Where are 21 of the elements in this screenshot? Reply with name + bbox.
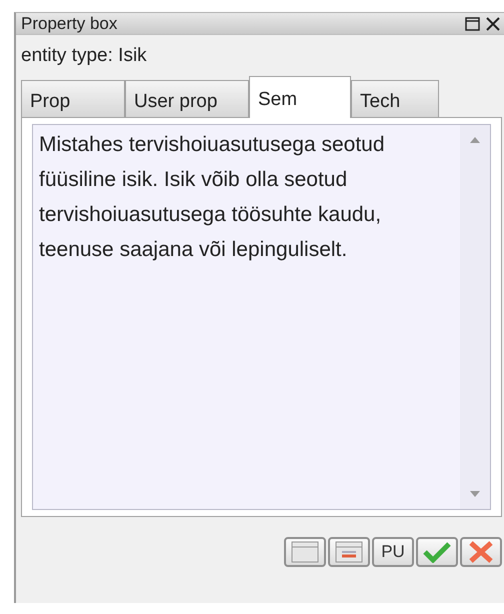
form-button[interactable] <box>284 537 326 567</box>
ok-button[interactable] <box>416 537 458 567</box>
scroll-up-icon[interactable] <box>470 137 480 143</box>
cancel-button[interactable] <box>460 537 502 567</box>
checkmark-icon <box>423 541 451 563</box>
tab[interactable]: Tech <box>351 80 439 117</box>
close-icon[interactable] <box>486 16 500 30</box>
close-icon <box>468 540 494 564</box>
text-button[interactable]: PU <box>372 537 414 567</box>
tab[interactable]: User prop <box>125 80 249 117</box>
tab[interactable]: Prop <box>21 80 125 117</box>
form-remove-icon <box>335 541 363 563</box>
scroll-down-icon[interactable] <box>470 491 480 497</box>
form-icon <box>291 541 319 563</box>
description-field[interactable]: Mistahes tervishoiuasutusega seotud füüsiline isik. Isik võib olla seotud tervishoiuasutusega töösuhte kaudu, teenuse saajana või lepinguliselt. <box>32 124 491 510</box>
entity-type-label: entity type: Isik <box>20 44 148 68</box>
scrollbar[interactable] <box>460 125 490 509</box>
restore-icon[interactable] <box>465 16 480 30</box>
form-remove-button[interactable] <box>328 537 370 567</box>
tab[interactable]: Sem <box>249 76 351 118</box>
window-title: Property box <box>21 14 118 34</box>
